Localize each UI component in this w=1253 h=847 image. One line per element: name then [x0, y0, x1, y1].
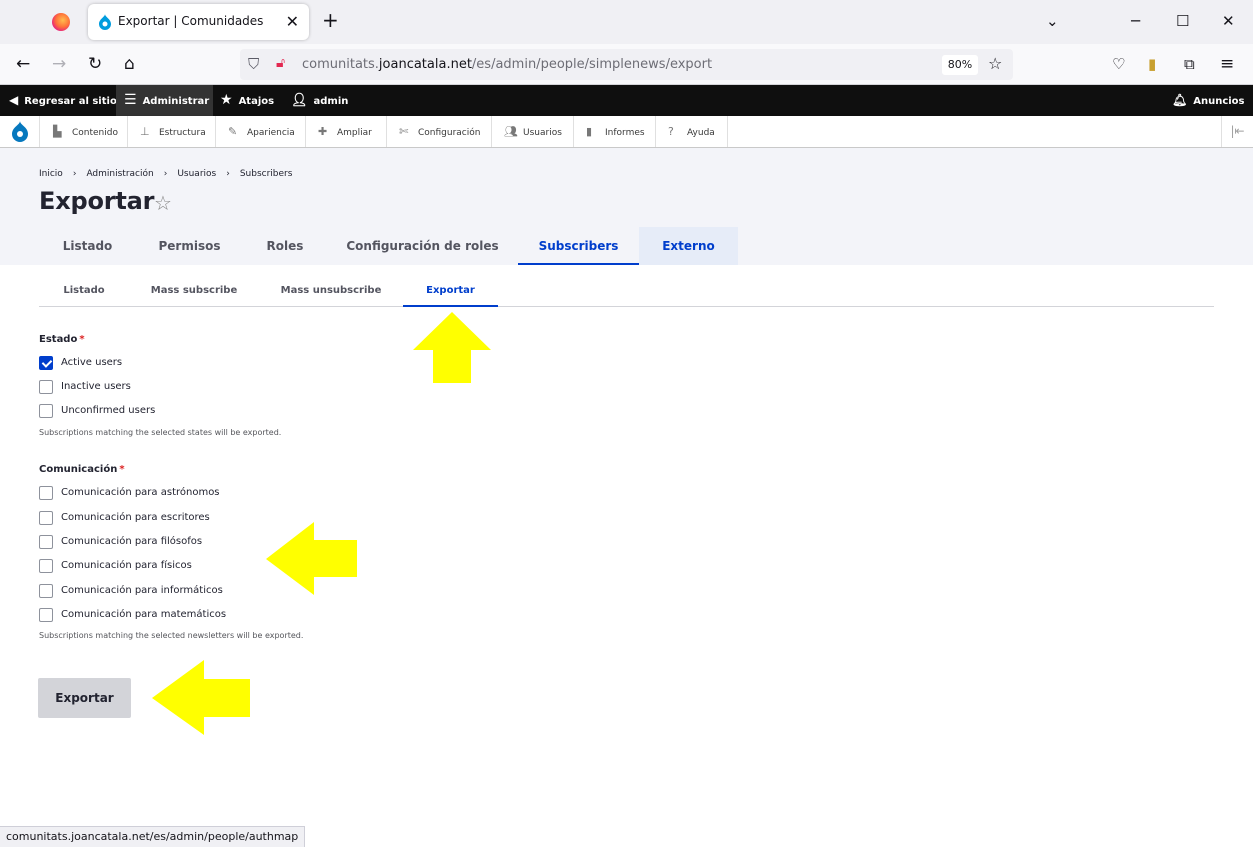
help-icon: ?	[668, 125, 674, 138]
checkbox-filosofos[interactable]	[39, 535, 53, 549]
checkbox-active-users[interactable]	[39, 356, 53, 370]
user-toolbar-tab[interactable]: 👤︎ admin	[291, 85, 351, 116]
browser-navbar: ← → ↻ ⌂ ⛉ 🔓︎ comunitats.joancatala.net/e…	[0, 44, 1253, 85]
comunicacion-label: Comunicación *	[39, 464, 125, 475]
star-icon: ★	[220, 92, 233, 108]
user-icon: 👤︎	[291, 93, 308, 108]
required-marker: *	[119, 464, 125, 475]
page-title: Exportar	[39, 187, 155, 215]
page-header: Inicio › Administración › Usuarios › Subscribe…	[0, 148, 1253, 265]
sitemap-icon: ⊥	[140, 125, 150, 138]
drupal-drop-icon	[12, 121, 28, 142]
tracking-shield-icon[interactable]: ⛉	[248, 55, 259, 73]
secondary-tabs: Listado Mass subscribe Mass unsubscribe …	[39, 276, 1214, 307]
forward-icon[interactable]: →	[52, 54, 66, 74]
checkbox-escritores[interactable]	[39, 511, 53, 525]
url-text[interactable]: comunitats.joancatala.net/es/admin/peopl…	[302, 57, 712, 72]
link-status-bar: comunitats.joancatala.net/es/admin/peopl…	[0, 826, 306, 847]
export-submit-button[interactable]: Exportar	[38, 678, 131, 718]
tray-item-informes[interactable]: ▮ Informes	[574, 116, 656, 147]
drupal-logo-icon[interactable]	[0, 116, 40, 147]
breadcrumb-separator: ›	[163, 169, 168, 179]
left-arrow-annotation-icon	[152, 660, 250, 735]
bell-icon: 🔔︎	[1172, 93, 1188, 107]
tray-item-usuarios[interactable]: 👥︎ Usuarios	[492, 116, 574, 147]
extensions-puzzle-icon[interactable]: ⧉	[1184, 54, 1195, 74]
paintbrush-icon: ✎	[228, 125, 238, 138]
close-window-icon[interactable]: ✕	[1222, 12, 1235, 30]
shortcuts-toolbar-tab[interactable]: ★ Atajos	[220, 85, 282, 116]
breadcrumb-separator: ›	[72, 169, 77, 179]
tray-item-apariencia[interactable]: ✎ Apariencia	[216, 116, 306, 147]
add-shortcut-star-icon[interactable]: ☆	[154, 191, 172, 215]
users-icon: 👥︎	[504, 125, 518, 138]
back-circle-icon: ◀	[9, 93, 19, 107]
up-arrow-annotation-icon	[413, 312, 491, 383]
wrench-icon: ✄	[399, 125, 409, 138]
checkbox-fisicos[interactable]	[39, 559, 53, 573]
maximize-icon[interactable]: ☐	[1176, 12, 1189, 30]
browser-tab-active[interactable]: Exportar | Comunidades ✕	[88, 4, 309, 40]
menu-hamburger-icon[interactable]: ≡	[1220, 54, 1234, 74]
url-bar[interactable]: ⛉ 🔓︎ comunitats.joancatala.net/es/admin/…	[240, 49, 1013, 80]
breadcrumb-subscribers[interactable]: Subscribers	[240, 169, 293, 179]
tab-externo[interactable]: Externo	[639, 227, 738, 265]
bar-chart-icon: ▮	[586, 125, 593, 138]
insecure-lock-icon[interactable]: 🔓︎	[276, 55, 285, 71]
reload-icon[interactable]: ↻	[88, 54, 102, 74]
minimize-icon[interactable]: ─	[1131, 12, 1140, 30]
tab-list-chevron-icon[interactable]: ⌄	[1046, 12, 1059, 30]
browser-tab-strip: Exportar | Comunidades ✕ + ⌄ ─ ☐ ✕	[0, 0, 1253, 44]
tab-subscribers[interactable]: Subscribers	[518, 227, 639, 265]
admin-tray: ▙ Contenido ⊥ Estructura ✎ Apariencia ✚ Ampl…	[0, 116, 1253, 148]
hamburger-icon: ☰	[124, 92, 137, 108]
subtab-mass-subscribe[interactable]: Mass subscribe	[135, 285, 253, 307]
back-icon[interactable]: ←	[16, 54, 30, 74]
manage-toolbar-tab[interactable]: ☰ Administrar	[116, 85, 213, 116]
checkbox-informaticos[interactable]	[39, 584, 53, 598]
announcements-toolbar-tab[interactable]: 🔔︎ Anuncios	[1172, 85, 1250, 116]
left-arrow-annotation-icon	[266, 522, 357, 595]
extension-icon[interactable]: ▮	[1148, 54, 1156, 74]
close-tab-icon[interactable]: ✕	[286, 12, 299, 31]
tray-item-contenido[interactable]: ▙ Contenido	[41, 116, 128, 147]
subtab-exportar[interactable]: Exportar	[403, 285, 498, 307]
breadcrumb-usuarios[interactable]: Usuarios	[177, 169, 216, 179]
checkbox-astronomos[interactable]	[39, 486, 53, 500]
pocket-icon[interactable]: ♡	[1112, 54, 1125, 74]
firefox-icon[interactable]	[52, 13, 70, 31]
drupal-favicon-icon	[99, 14, 111, 30]
tab-permisos[interactable]: Permisos	[136, 227, 243, 265]
estado-help-text: Subscriptions matching the selected stat…	[39, 428, 282, 437]
breadcrumb: Inicio › Administración › Usuarios › Subscribe…	[39, 169, 292, 179]
admin-toolbar: ◀ Regresar al sitio ☰ Administrar ★ Atajos …	[0, 85, 1253, 116]
required-marker: *	[79, 334, 85, 345]
puzzle-icon: ✚	[318, 125, 328, 138]
new-tab-icon[interactable]: +	[322, 10, 339, 30]
browser-tab-title: Exportar | Comunidades	[118, 14, 264, 28]
document-icon: ▙	[53, 125, 62, 138]
tab-roles[interactable]: Roles	[243, 227, 327, 265]
checkbox-unconfirmed-users[interactable]	[39, 404, 53, 418]
breadcrumb-administracion[interactable]: Administración	[86, 169, 153, 179]
tab-configuracion-roles[interactable]: Configuración de roles	[327, 227, 518, 265]
home-icon[interactable]: ⌂	[124, 54, 135, 74]
subtab-listado[interactable]: Listado	[39, 285, 129, 307]
estado-label: Estado *	[39, 334, 85, 345]
tray-item-configuracion[interactable]: ✄ Configuración	[387, 116, 492, 147]
subtab-mass-unsubscribe[interactable]: Mass unsubscribe	[265, 285, 397, 307]
breadcrumb-separator: ›	[226, 169, 230, 179]
checkbox-inactive-users[interactable]	[39, 380, 53, 394]
tray-item-ayuda[interactable]: ? Ayuda	[656, 116, 728, 147]
tab-listado[interactable]: Listado	[39, 227, 136, 265]
collapse-tray-icon[interactable]: |⇤	[1221, 116, 1253, 147]
bookmark-star-icon[interactable]: ☆	[988, 54, 1002, 73]
comunicacion-help-text: Subscriptions matching the selected news…	[39, 631, 304, 640]
back-to-site-link[interactable]: ◀ Regresar al sitio	[0, 85, 117, 116]
zoom-level-badge[interactable]: 80%	[942, 55, 978, 75]
tray-item-ampliar[interactable]: ✚ Ampliar	[306, 116, 387, 147]
checkbox-matematicos[interactable]	[39, 608, 53, 622]
breadcrumb-inicio[interactable]: Inicio	[39, 169, 63, 179]
tray-item-estructura[interactable]: ⊥ Estructura	[128, 116, 216, 147]
